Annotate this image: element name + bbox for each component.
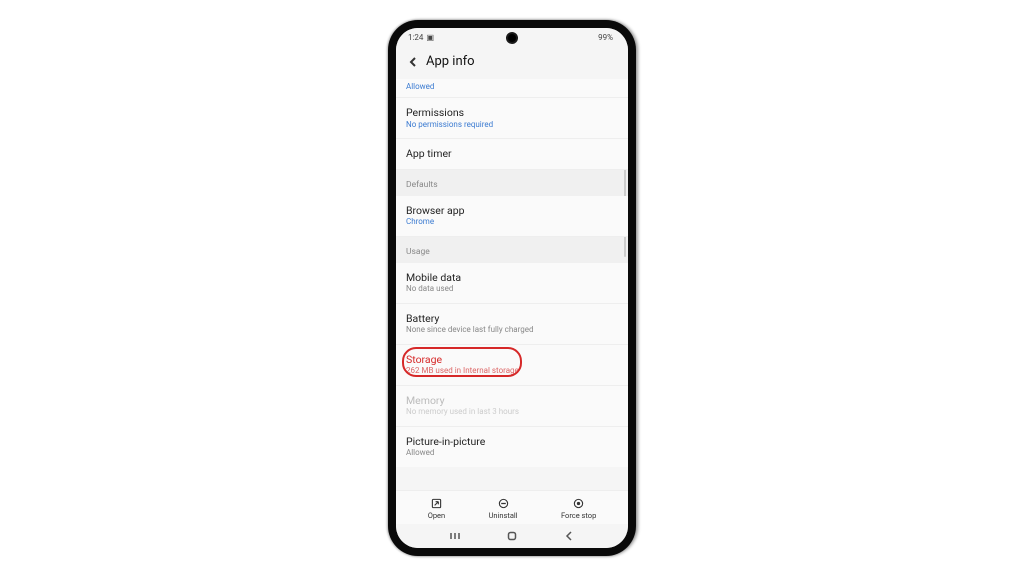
android-nav-bar	[396, 524, 628, 548]
row-storage-title: Storage	[406, 353, 618, 367]
uninstall-button[interactable]: Uninstall	[489, 497, 518, 520]
battery-percent: 99%	[598, 33, 613, 42]
status-time: 1:24	[408, 33, 423, 42]
row-pip-title: Picture-in-picture	[406, 435, 618, 449]
row-battery-title: Battery	[406, 312, 618, 326]
settings-list: Allowed Permissions No permissions requi…	[396, 79, 628, 490]
page-header: App info	[396, 46, 628, 79]
row-storage-sub: 262 MB used in Internal storage	[406, 366, 618, 376]
section-defaults: Defaults	[396, 170, 628, 196]
row-browser-sub: Chrome	[406, 217, 618, 227]
row-battery[interactable]: Battery None since device last fully cha…	[396, 304, 628, 345]
open-button[interactable]: Open	[428, 497, 446, 520]
uninstall-label: Uninstall	[489, 511, 518, 520]
row-permissions-title: Permissions	[406, 106, 618, 120]
row-permissions-sub: No permissions required	[406, 120, 618, 130]
row-mobile-data[interactable]: Mobile data No data used	[396, 263, 628, 304]
force-stop-label: Force stop	[561, 511, 596, 520]
phone-frame: 1:24 ▣ 99% App info	[388, 20, 636, 556]
row-permissions[interactable]: Permissions No permissions required	[396, 98, 628, 139]
row-storage[interactable]: Storage 262 MB used in Internal storage	[396, 345, 628, 386]
bottom-action-bar: Open Uninstall Force stop	[396, 490, 628, 524]
row-memory-sub: No memory used in last 3 hours	[406, 407, 618, 417]
row-browser-title: Browser app	[406, 204, 618, 218]
camera-notch	[506, 32, 518, 44]
row-memory-title: Memory	[406, 394, 618, 408]
row-apptimer-title: App timer	[406, 147, 618, 161]
uninstall-icon	[497, 497, 509, 509]
row-battery-sub: None since device last fully charged	[406, 325, 618, 335]
force-stop-button[interactable]: Force stop	[561, 497, 596, 520]
row-browser-app[interactable]: Browser app Chrome	[396, 196, 628, 237]
back-button[interactable]	[406, 55, 420, 69]
camera-indicator-icon: ▣	[426, 33, 434, 42]
page-title: App info	[426, 54, 475, 69]
row-memory[interactable]: Memory No memory used in last 3 hours	[396, 386, 628, 427]
force-stop-icon	[573, 497, 585, 509]
section-usage: Usage	[396, 237, 628, 263]
row-apptimer[interactable]: App timer	[396, 139, 628, 170]
open-label: Open	[428, 511, 446, 520]
row-pip[interactable]: Picture-in-picture Allowed	[396, 427, 628, 467]
row-mobiledata-title: Mobile data	[406, 271, 618, 285]
nav-home[interactable]	[506, 527, 518, 546]
nav-back[interactable]	[563, 527, 575, 546]
allowed-label: Allowed	[396, 79, 628, 98]
nav-recents[interactable]	[449, 527, 461, 546]
row-pip-sub: Allowed	[406, 448, 618, 458]
row-mobiledata-sub: No data used	[406, 284, 618, 294]
screen: 1:24 ▣ 99% App info	[396, 28, 628, 548]
open-icon	[430, 497, 442, 509]
